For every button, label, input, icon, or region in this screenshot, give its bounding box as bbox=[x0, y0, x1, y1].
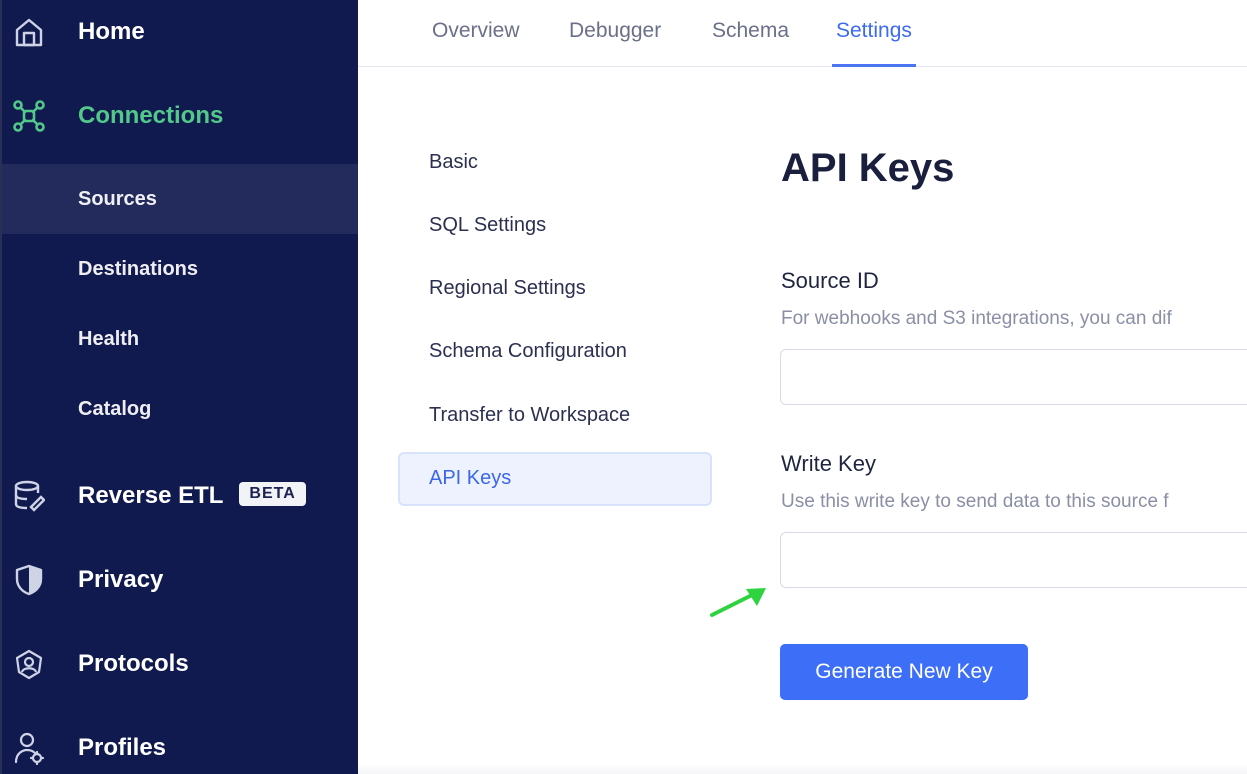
settings-menu-schema-configuration[interactable]: Schema Configuration bbox=[429, 340, 627, 363]
source-id-input[interactable] bbox=[780, 349, 1247, 405]
sidebar: Home Connections Sources Destinations He… bbox=[0, 0, 358, 774]
bottom-divider bbox=[358, 764, 1247, 774]
sidebar-subitem-label: Sources bbox=[78, 187, 157, 210]
sidebar-subitem-catalog[interactable]: Catalog bbox=[2, 374, 358, 444]
settings-menu-basic[interactable]: Basic bbox=[429, 151, 478, 174]
tab-overview[interactable]: Overview bbox=[432, 0, 520, 67]
shield-icon bbox=[12, 563, 46, 597]
sidebar-item-label: Reverse ETL bbox=[78, 482, 224, 509]
sidebar-subitem-label: Destinations bbox=[78, 257, 199, 280]
sidebar-item-label: Protocols bbox=[78, 650, 189, 677]
sidebar-item-reverse-etl[interactable]: Reverse ETL BETA bbox=[2, 478, 358, 514]
annotation-arrow-icon bbox=[710, 588, 766, 617]
sidebar-item-label: Profiles bbox=[78, 734, 167, 761]
settings-menu-sql-settings[interactable]: SQL Settings bbox=[429, 214, 546, 237]
sidebar-item-profiles[interactable]: Profiles bbox=[2, 730, 358, 766]
source-id-label: Source ID bbox=[781, 268, 879, 293]
sidebar-subitem-label: Catalog bbox=[78, 397, 152, 420]
sidebar-subitem-health[interactable]: Health bbox=[2, 304, 358, 374]
protocols-icon bbox=[12, 647, 46, 681]
write-key-input[interactable] bbox=[780, 532, 1247, 588]
connections-icon bbox=[12, 99, 46, 133]
tab-settings[interactable]: Settings bbox=[832, 0, 916, 67]
tab-schema[interactable]: Schema bbox=[712, 0, 789, 67]
settings-menu-api-keys[interactable]: API Keys bbox=[429, 467, 511, 490]
sidebar-item-label: Privacy bbox=[78, 566, 164, 593]
sidebar-item-connections[interactable]: Connections bbox=[2, 98, 358, 134]
sidebar-item-home[interactable]: Home bbox=[2, 14, 358, 50]
generate-new-key-button[interactable]: Generate New Key bbox=[780, 644, 1028, 700]
sidebar-item-label: Connections bbox=[78, 102, 224, 129]
settings-menu-regional-settings[interactable]: Regional Settings bbox=[429, 277, 586, 300]
page-title: API Keys bbox=[781, 146, 955, 190]
source-id-help-text: For webhooks and S3 integrations, you ca… bbox=[781, 308, 1172, 329]
sidebar-subitem-label: Health bbox=[78, 327, 140, 350]
sidebar-subitem-destinations[interactable]: Destinations bbox=[2, 234, 358, 304]
tab-bar: Overview Debugger Schema Settings bbox=[358, 0, 1247, 67]
settings-menu-transfer-to-workspace[interactable]: Transfer to Workspace bbox=[429, 404, 630, 427]
beta-badge: BETA bbox=[239, 481, 306, 506]
sidebar-item-privacy[interactable]: Privacy bbox=[2, 562, 358, 598]
database-icon bbox=[12, 479, 46, 513]
sidebar-item-label: Home bbox=[78, 18, 145, 45]
tab-debugger[interactable]: Debugger bbox=[569, 0, 661, 67]
sidebar-subitem-sources[interactable]: Sources bbox=[2, 164, 358, 234]
write-key-help-text: Use this write key to send data to this … bbox=[781, 491, 1169, 512]
write-key-label: Write Key bbox=[781, 451, 876, 476]
home-icon bbox=[12, 15, 46, 49]
sidebar-item-protocols[interactable]: Protocols bbox=[2, 646, 358, 682]
profiles-icon bbox=[12, 731, 46, 765]
